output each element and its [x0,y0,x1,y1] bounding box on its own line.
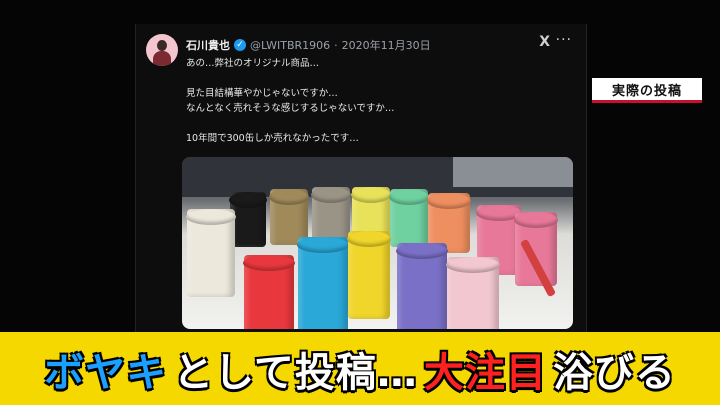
tea-canister [389,189,429,247]
tweet-line: なんとなく売れそうな感じするじゃないですか… [186,103,395,114]
avatar[interactable] [146,34,178,66]
tweet-photo[interactable] [182,157,573,329]
canister-lid [347,231,391,247]
post-date[interactable]: 2020年11月30日 [342,37,431,53]
canister-lid [389,189,429,205]
avatar-head [157,40,167,51]
tea-canister [396,243,448,329]
canister-lid [229,192,267,208]
author-handle[interactable]: @LWITBR1906 [250,39,330,52]
tea-canister [514,212,558,286]
caption-part-4: 浴びる [552,349,676,396]
canister-lid [514,212,558,228]
badge-label: 実際の投稿 [611,83,682,99]
caption-banner: ボヤキ として投稿… 大注目 浴びる [0,332,720,405]
tea-canister [186,209,236,297]
tweet-line: 10年間で300缶しか売れなかったです… [186,133,359,144]
canister-lid [297,237,349,253]
tea-canister [446,257,500,329]
canister-lid [186,209,236,225]
more-options-icon[interactable]: ··· [556,32,572,48]
tea-canister [229,192,267,247]
caption-part-2: として投稿… [173,349,418,396]
canister-lid [396,243,448,259]
canister-lid [351,187,391,203]
canister-lid [243,255,295,271]
tweet-card: 石川貴也 ✓ @LWITBR1906 · 2020年11月30日 X ··· あ… [135,24,587,334]
verified-badge-icon: ✓ [234,39,246,51]
tea-canister [347,231,391,319]
separator-dot: · [334,38,338,52]
canister-lid [269,189,309,205]
tweet-text: あの…弊社のオリジナル商品… 見た目結構華やかじゃないですか… なんとなく売れそ… [186,56,394,146]
canister-lid [311,187,351,203]
tweet-line: 見た目結構華やかじゃないですか… [186,88,338,99]
real-post-badge: 実際の投稿 [592,78,702,103]
x-logo-icon[interactable]: X [539,34,550,50]
canister-lid [427,193,471,209]
tea-canister [243,255,295,329]
caption-part-3: 大注目 [423,349,547,396]
tweet-header: 石川貴也 ✓ @LWITBR1906 · 2020年11月30日 [186,36,431,54]
tea-canister [297,237,349,329]
canister-lid [446,257,500,273]
photo-background [453,157,573,187]
avatar-body [153,51,171,66]
author-name[interactable]: 石川貴也 [186,37,230,53]
tweet-line: あの…弊社のオリジナル商品… [186,58,320,69]
caption-part-1: ボヤキ [44,349,168,396]
